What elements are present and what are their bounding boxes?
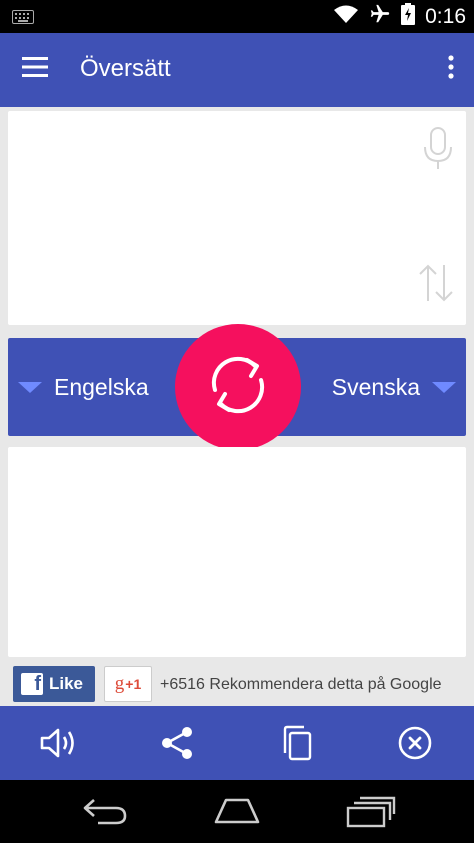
app-bar: Översätt [0,33,474,107]
copy-icon[interactable] [278,724,316,762]
translation-output [8,447,466,657]
source-language-label: Engelska [54,373,149,400]
dropdown-arrow-icon [18,381,42,393]
recommend-text: +6516 Rekommendera detta på Google [160,676,442,693]
share-icon[interactable] [158,724,196,762]
gplus-g-label: g [114,673,125,694]
target-language-select[interactable]: Svenska [332,338,456,436]
gplus-plus-label: +1 [125,676,142,692]
keyboard-icon [12,10,34,29]
menu-icon[interactable] [22,57,48,82]
status-time: 0:16 [425,4,466,28]
swap-vertical-icon[interactable] [418,263,454,308]
sync-icon [201,348,275,427]
system-navigation-bar [0,780,474,843]
home-icon[interactable] [212,796,262,831]
source-language-select[interactable]: Engelska [18,338,149,436]
battery-charging-icon [401,3,416,30]
page-title: Översätt [80,55,171,82]
target-language-label: Svenska [331,373,420,400]
back-icon[interactable] [82,796,128,831]
facebook-like-button[interactable]: f Like [13,666,95,702]
source-text-input[interactable] [8,111,466,325]
google-plus-one-button[interactable]: g +1 [104,666,152,702]
clear-icon[interactable] [396,724,434,762]
status-bar: 0:16 [0,0,474,33]
action-toolbar [0,706,474,780]
wifi-icon [333,4,359,29]
recent-apps-icon[interactable] [346,796,396,833]
like-label: Like [49,674,84,693]
translate-button[interactable] [175,324,301,450]
social-bar: f Like g +1 +6516 Rekommendera detta på G… [0,664,474,706]
airplane-icon [369,3,391,30]
dropdown-arrow-icon [432,381,456,393]
microphone-icon[interactable] [422,127,454,176]
speaker-icon[interactable] [40,724,78,762]
facebook-icon: f [21,673,43,695]
more-vert-icon[interactable] [448,55,454,84]
